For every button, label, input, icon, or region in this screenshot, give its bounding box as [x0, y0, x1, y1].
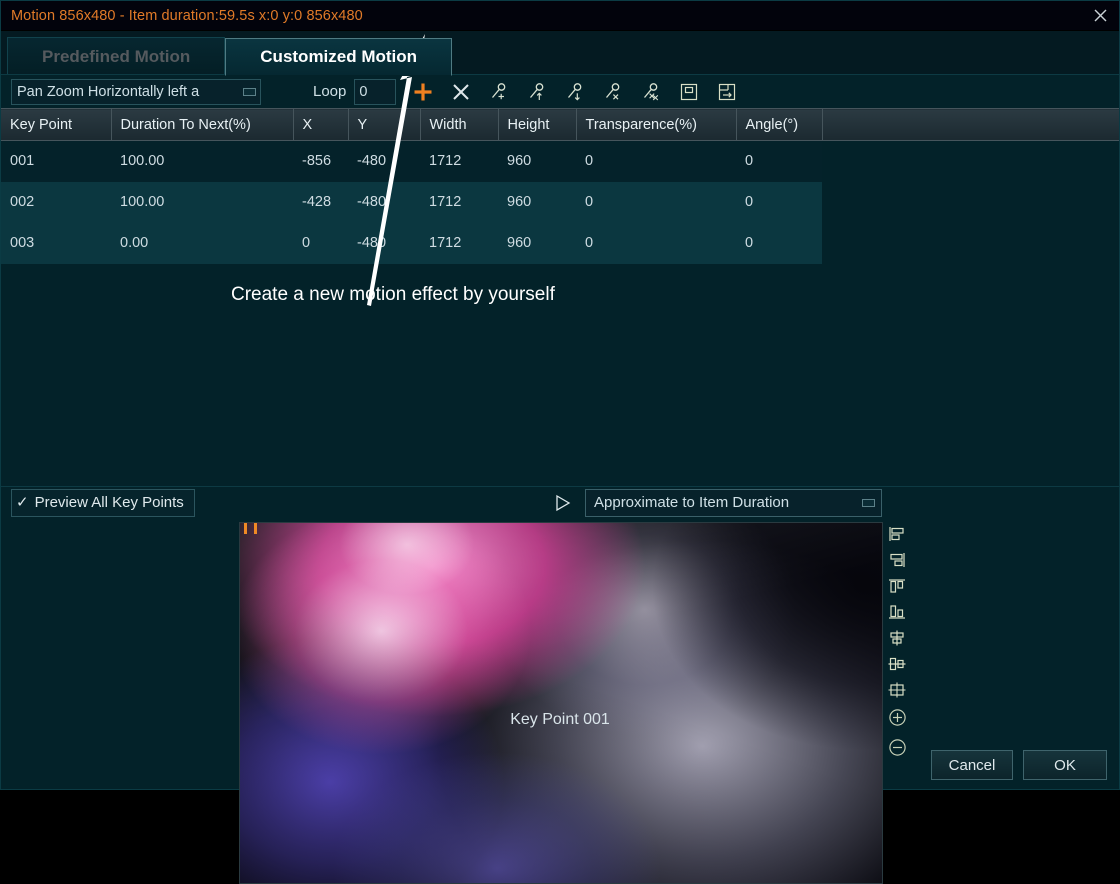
tab-predefined-motion-label: Predefined Motion — [42, 46, 191, 66]
close-icon[interactable] — [1089, 5, 1111, 27]
window-title: Motion 856x480 - Item duration:59.5s x:0… — [11, 7, 363, 24]
column-header-y[interactable]: Y — [348, 108, 421, 141]
cell-transparence: 0 — [576, 222, 736, 264]
motion-toolbar: Pan Zoom Horizontally left a Loop — [1, 75, 1119, 108]
cell-angle: 0 — [736, 140, 822, 182]
key-points-table: Key Point Duration To Next(%) X Y Width … — [1, 108, 1119, 264]
align-left-icon[interactable] — [886, 525, 908, 543]
cell-transparence: 0 — [576, 181, 736, 223]
move-key-up-button[interactable] — [518, 77, 556, 107]
cell-y: -480 — [348, 140, 420, 182]
selection-handle-marks — [244, 522, 257, 534]
cell-duration: 0.00 — [111, 222, 293, 264]
chevron-down-icon — [862, 498, 875, 507]
table-row[interactable]: 002 100.00 -428 -480 1712 960 0 0 — [1, 181, 1119, 223]
loop-label: Loop — [313, 83, 347, 100]
cell-key-point: 001 — [1, 140, 111, 182]
loop-input[interactable] — [354, 78, 397, 105]
duration-mode-value: Approximate to Item Duration — [594, 494, 790, 512]
cell-filler — [822, 222, 1119, 264]
motion-preset-value: Pan Zoom Horizontally left a — [17, 83, 200, 100]
cell-y: -480 — [348, 181, 420, 223]
center-horizontally-icon[interactable] — [886, 629, 908, 647]
cell-duration: 100.00 — [111, 140, 293, 182]
chevron-down-icon — [243, 87, 256, 96]
delete-key-point-button[interactable] — [442, 77, 480, 107]
column-header-width[interactable]: Width — [420, 108, 499, 141]
annotation-area: Create a new motion effect by yourself — [1, 33, 1119, 487]
center-vertically-icon[interactable] — [886, 655, 908, 673]
tab-customized-motion[interactable]: Customized Motion — [225, 38, 453, 76]
add-key-point-button[interactable] — [404, 77, 442, 107]
cell-angle: 0 — [736, 181, 822, 223]
remove-all-keys-button[interactable] — [632, 77, 670, 107]
cell-height: 960 — [498, 222, 576, 264]
table-header-row: Key Point Duration To Next(%) X Y Width … — [1, 108, 1119, 141]
table-row[interactable]: 001 100.00 -856 -480 1712 960 0 0 — [1, 140, 1119, 182]
cell-x: -856 — [293, 140, 348, 182]
motion-preset-dropdown[interactable]: Pan Zoom Horizontally left a — [11, 78, 261, 105]
tab-predefined-motion[interactable]: Predefined Motion — [7, 37, 226, 75]
motion-dialog: Motion 856x480 - Item duration:59.5s x:0… — [0, 0, 1120, 884]
table-row[interactable]: 003 0.00 0 -480 1712 960 0 0 — [1, 222, 1119, 264]
cell-width: 1712 — [420, 181, 498, 223]
cell-key-point: 002 — [1, 181, 111, 223]
cell-height: 960 — [498, 181, 576, 223]
cell-transparence: 0 — [576, 140, 736, 182]
column-header-x[interactable]: X — [293, 108, 349, 141]
column-header-key-point[interactable]: Key Point — [1, 108, 112, 141]
move-key-down-button[interactable] — [556, 77, 594, 107]
title-bar: Motion 856x480 - Item duration:59.5s x:0… — [1, 1, 1119, 31]
tab-bar: Predefined Motion Customized Motion — [1, 31, 1119, 76]
column-header-height[interactable]: Height — [498, 108, 577, 141]
cell-angle: 0 — [736, 222, 822, 264]
preview-all-key-points-label: Preview All Key Points — [34, 494, 184, 512]
column-header-filler — [822, 108, 1119, 141]
zoom-out-icon[interactable] — [886, 737, 908, 759]
cell-filler — [822, 181, 1119, 223]
cell-y: -480 — [348, 222, 420, 264]
cancel-button[interactable]: Cancel — [931, 750, 1013, 780]
cell-width: 1712 — [420, 140, 498, 182]
align-bottom-icon[interactable] — [886, 603, 908, 621]
preview-stage: Key Point 001 — [1, 518, 1119, 884]
cell-x: -428 — [293, 181, 348, 223]
align-top-icon[interactable] — [886, 577, 908, 595]
duration-mode-dropdown[interactable]: Approximate to Item Duration — [585, 488, 882, 517]
ok-button[interactable]: OK — [1023, 750, 1107, 780]
key-point-caption: Key Point 001 — [510, 711, 610, 728]
save-motion-button[interactable] — [670, 77, 708, 107]
column-header-duration[interactable]: Duration To Next(%) — [111, 108, 294, 141]
export-motion-button[interactable] — [708, 77, 746, 107]
annotation-text: Create a new motion effect by yourself — [231, 283, 555, 305]
remove-key-button[interactable] — [594, 77, 632, 107]
align-right-icon[interactable] — [886, 551, 908, 569]
preview-all-key-points-checkbox[interactable]: ✓ Preview All Key Points — [11, 488, 195, 517]
cell-width: 1712 — [420, 222, 498, 264]
preview-video[interactable] — [239, 521, 883, 884]
checkmark-icon: ✓ — [16, 494, 29, 512]
tab-customized-motion-label: Customized Motion — [260, 47, 418, 66]
cell-height: 960 — [498, 140, 576, 182]
cell-duration: 100.00 — [111, 181, 293, 223]
add-key-icon-button[interactable] — [480, 77, 518, 107]
cell-key-point: 003 — [1, 222, 111, 264]
column-header-angle[interactable]: Angle(°) — [736, 108, 823, 141]
center-both-icon[interactable] — [886, 681, 908, 699]
cell-filler — [822, 140, 1119, 182]
play-triangle-icon[interactable] — [549, 491, 575, 515]
column-header-transparence[interactable]: Transparence(%) — [576, 108, 737, 141]
key-points-table-container: Key Point Duration To Next(%) X Y Width … — [1, 108, 1119, 264]
preview-controls-bar: ✓ Preview All Key Points Approximate to … — [1, 486, 1119, 519]
cell-x: 0 — [293, 222, 348, 264]
